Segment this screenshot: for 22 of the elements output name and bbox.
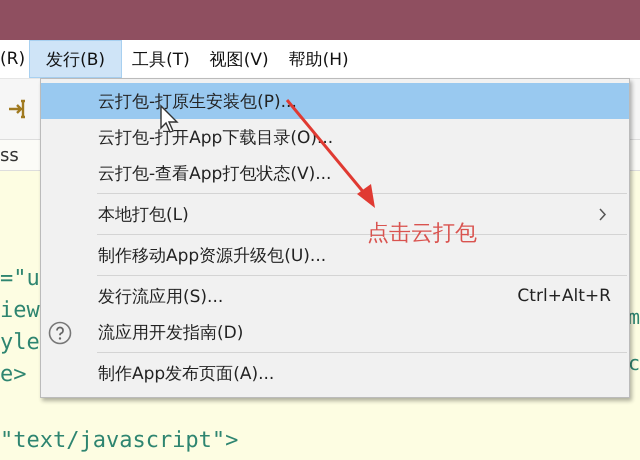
code-text: c [628, 350, 640, 377]
code-text: e> [0, 361, 26, 389]
menu-item[interactable]: 流应用开发指南(D) [41, 314, 629, 350]
menu-bar-item[interactable]: 帮助(H) [278, 40, 359, 78]
editor-tab[interactable]: ss [0, 144, 19, 166]
collapse-icon[interactable] [8, 98, 28, 120]
help-icon [48, 321, 72, 345]
code-text: yle [0, 329, 40, 357]
annotation-text: 点击云打包 [367, 220, 477, 248]
menu-bar-item[interactable]: 发行(B) [29, 40, 122, 78]
menu-bar-item[interactable]: (R) [0, 40, 30, 78]
menu-item[interactable]: 云打包-查看App打包状态(V)... [41, 155, 629, 191]
shortcut-text: Ctrl+Alt+R [517, 286, 611, 306]
menu-item[interactable]: 制作App发布页面(A)... [41, 355, 629, 391]
menu-bar-item[interactable]: 视图(V) [200, 40, 279, 78]
menu-bar-item[interactable]: 工具(T) [122, 40, 200, 78]
chevron-right-icon [599, 208, 607, 220]
menu-item[interactable]: 发行流应用(S)... Ctrl+Alt+R [41, 278, 629, 314]
menu-item[interactable]: 云打包-打原生安装包(P)... [41, 83, 629, 119]
code-text: "text/javascript"> [0, 427, 238, 455]
code-text: ="u [0, 265, 40, 293]
code-text: iew [0, 297, 40, 325]
